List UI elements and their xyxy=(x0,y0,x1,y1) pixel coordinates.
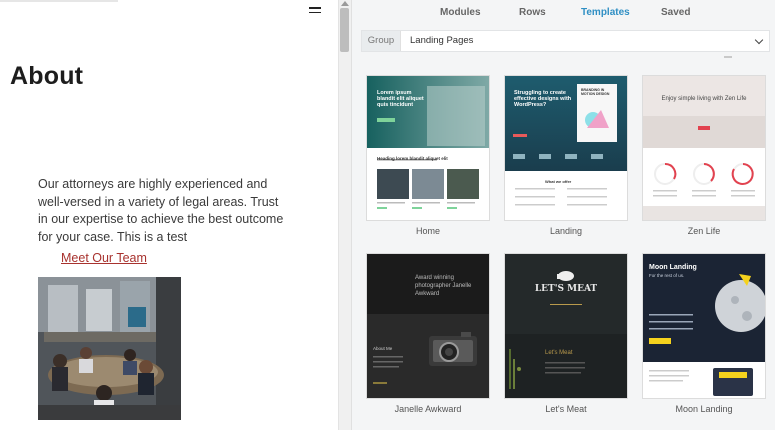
home-thumb-subtitle: Heading lorem blandit aliquet elit xyxy=(377,156,448,161)
page-preview: About Our attorneys are highly experienc… xyxy=(0,0,338,430)
template-card-janelle-awkward[interactable]: Award winning photographer Janelle Awkwa… xyxy=(366,253,490,399)
lets-meat-thumbnail xyxy=(505,254,627,398)
page-heading: About xyxy=(10,62,84,90)
tab-saved[interactable]: Saved xyxy=(661,7,690,18)
landing-thumb-subtitle: What we offer xyxy=(545,179,572,184)
meat-thumb-subtitle: Let's Meat xyxy=(545,350,573,356)
template-name-zen-life: Zen Life xyxy=(687,226,721,236)
about-paragraph: Our attorneys are highly experienced and… xyxy=(38,177,284,244)
office-meeting-photo xyxy=(38,277,181,420)
tab-rows[interactable]: Rows xyxy=(519,7,546,18)
template-name-home: Home xyxy=(415,226,440,236)
landing-thumb-title: Struggling to create effective designs w… xyxy=(514,90,572,109)
moon-thumb-subtitle: For the rest of us. xyxy=(649,273,685,278)
group-select[interactable]: Group Landing Pages xyxy=(361,30,770,52)
template-name-lets-meat: Let's Meat xyxy=(545,404,587,414)
template-name-moon-landing: Moon Landing xyxy=(675,404,733,414)
chevron-down-icon xyxy=(754,35,764,45)
preview-scrollbar[interactable] xyxy=(338,0,351,430)
tab-modules[interactable]: Modules xyxy=(440,7,481,18)
content-panel: Modules Rows Templates Saved Group Landi… xyxy=(351,0,775,430)
template-name-janelle-awkward: Janelle Awkward xyxy=(394,404,462,414)
scroll-up-arrow-icon[interactable] xyxy=(341,1,349,6)
template-card-zen-life[interactable]: Enjoy simple living with Zen Life xyxy=(642,75,766,221)
template-name-landing: Landing xyxy=(549,226,583,236)
group-selected-value: Landing Pages xyxy=(410,35,474,46)
template-card-lets-meat[interactable]: LET'S MEAT Let's Meat xyxy=(504,253,628,399)
zen-thumb-title: Enjoy simple living with Zen Life xyxy=(661,96,747,102)
meat-thumb-title: LET'S MEAT xyxy=(534,284,598,294)
template-card-moon-landing[interactable]: Moon Landing For the rest of us. xyxy=(642,253,766,399)
janelle-thumb-title: Award winning photographer Janelle Awkwa… xyxy=(415,275,472,297)
meet-our-team-link[interactable]: Meet Our Team xyxy=(61,251,147,265)
group-label: Group xyxy=(362,31,401,51)
preview-top-strip xyxy=(0,0,118,2)
landing-thumb-card: BRANDING IN MOTION DESIGN xyxy=(581,88,610,96)
hamburger-menu-icon[interactable] xyxy=(309,7,321,17)
template-card-landing[interactable]: Struggling to create effective designs w… xyxy=(504,75,628,221)
moon-thumb-title: Moon Landing xyxy=(649,264,697,271)
template-card-home[interactable]: Lorem ipsum blandit elit aliquet quis ti… xyxy=(366,75,490,221)
panel-scroll-indicator xyxy=(724,56,732,58)
janelle-thumb-subtitle: About Me xyxy=(373,346,393,351)
home-thumb-title: Lorem ipsum blandit elit aliquet quis ti… xyxy=(377,90,424,109)
tab-templates[interactable]: Templates xyxy=(581,7,630,18)
panel-tabs: Modules Rows Templates Saved xyxy=(352,0,775,26)
scrollbar-thumb[interactable] xyxy=(340,8,349,52)
